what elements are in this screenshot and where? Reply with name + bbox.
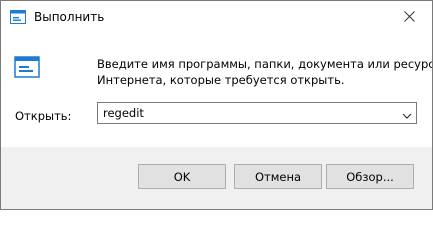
close-icon <box>404 7 415 26</box>
dropdown-button[interactable] <box>398 103 416 123</box>
open-label: Открыть: <box>15 109 72 123</box>
dialog-content: Введите имя программы, папки, документа … <box>1 32 432 147</box>
ok-button[interactable]: OK <box>138 164 226 189</box>
run-dialog: Выполнить Введите имя программы, папки, … <box>0 0 433 210</box>
browse-button[interactable]: Обзор... <box>326 164 414 189</box>
dialog-footer: OK Отмена Обзор... <box>1 147 432 209</box>
window-title: Выполнить <box>34 10 105 24</box>
open-combobox[interactable] <box>97 102 417 124</box>
title-bar[interactable]: Выполнить <box>1 1 432 32</box>
run-icon <box>10 9 26 24</box>
description: Введите имя программы, папки, документа … <box>97 56 433 88</box>
close-button[interactable] <box>387 1 432 31</box>
run-icon <box>14 56 40 80</box>
cancel-button[interactable]: Отмена <box>234 164 322 189</box>
open-input[interactable] <box>98 103 398 123</box>
description-line: Введите имя программы, папки, документа … <box>97 57 433 71</box>
description-line: Интернета, которые требуется открыть. <box>97 73 345 87</box>
chevron-down-icon <box>402 104 412 123</box>
